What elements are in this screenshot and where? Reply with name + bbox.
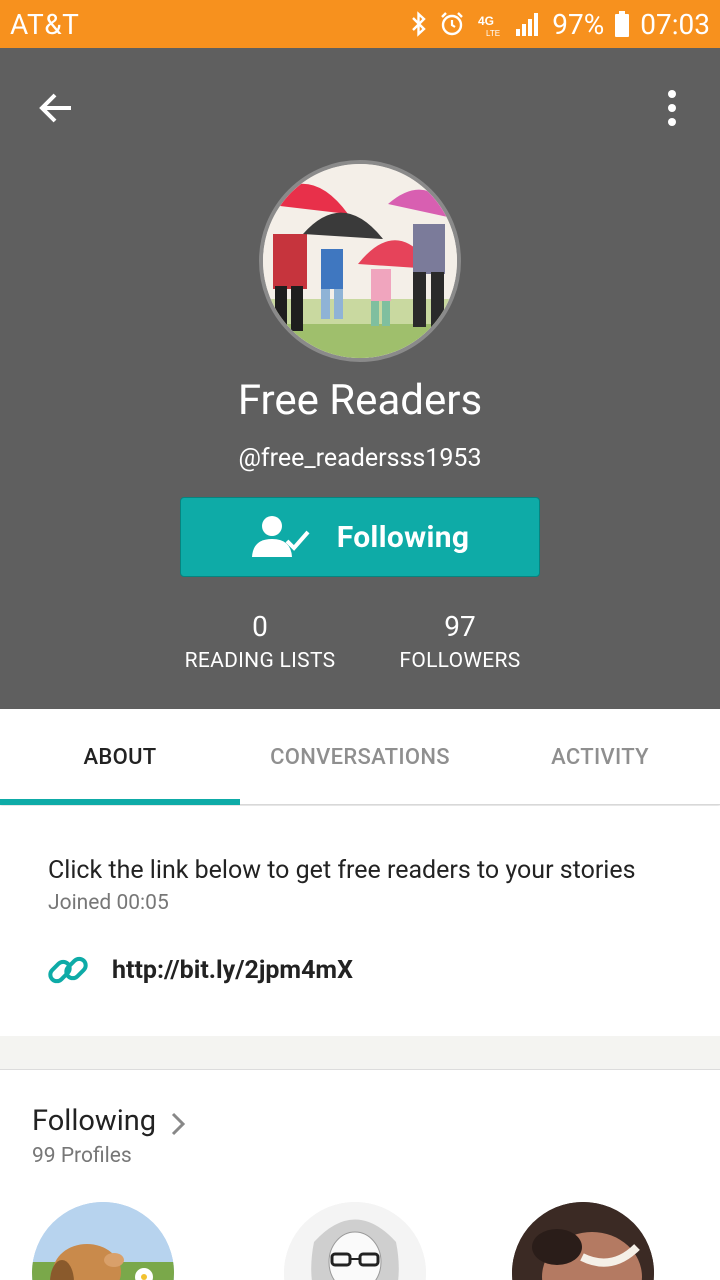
tab-about[interactable]: ABOUT (0, 709, 240, 805)
status-icons: 4G LTE 97% 07:03 (410, 8, 710, 41)
profile-handle: @free_readersss1953 (238, 444, 482, 473)
smiling-face-photo (512, 1202, 654, 1280)
about-section: Click the link below to get free readers… (0, 806, 720, 1036)
followers-label: FOLLOWERS (399, 649, 521, 673)
carrier-name: AT&T (10, 7, 80, 41)
following-count: 99 Profiles (32, 1144, 132, 1168)
svg-text:LTE: LTE (486, 29, 500, 38)
following-title[interactable]: Following (32, 1104, 156, 1138)
profile-tabs: ABOUT CONVERSATIONS ACTIVITY (0, 709, 720, 805)
tab-conversations[interactable]: CONVERSATIONS (240, 709, 480, 805)
link-icon (48, 956, 88, 984)
profile-name: Free Readers (237, 376, 483, 425)
section-divider (0, 1036, 720, 1070)
user-check-icon (251, 516, 310, 557)
clock: 07:03 (640, 7, 710, 41)
battery-percent: 97% (552, 7, 605, 41)
battery-icon (614, 9, 630, 39)
chevron-right-icon[interactable] (168, 1110, 188, 1138)
more-vert-icon (668, 90, 676, 126)
profile-header: Free Readers @free_readersss1953 Followi… (0, 48, 720, 709)
about-description: Click the link below to get free readers… (48, 856, 636, 885)
following-avatar[interactable] (512, 1202, 654, 1280)
followers-count: 97 (444, 610, 476, 643)
following-section: Following 99 Profiles (0, 1070, 720, 1280)
joined-date: Joined 00:05 (48, 891, 169, 915)
back-arrow-icon (39, 93, 71, 123)
signal-icon (514, 9, 542, 39)
followers-stat[interactable]: 97 FOLLOWERS (350, 610, 570, 673)
bluetooth-icon (410, 9, 428, 39)
alarm-icon (438, 9, 466, 39)
profile-link[interactable]: http://bit.ly/2jpm4mX (112, 956, 353, 985)
umbrellas-photo (263, 164, 457, 358)
following-avatar[interactable] (284, 1202, 426, 1280)
sketch-portrait (284, 1202, 426, 1280)
dog-photo (32, 1202, 174, 1280)
status-bar: AT&T 4G LTE 97% 07:03 (0, 0, 720, 48)
reading-lists-stat[interactable]: 0 READING LISTS (150, 610, 370, 673)
tab-activity[interactable]: ACTIVITY (480, 709, 720, 805)
svg-text:4G: 4G (478, 14, 494, 28)
reading-lists-label: READING LISTS (184, 649, 336, 673)
profile-avatar[interactable] (259, 160, 461, 362)
following-avatar[interactable] (32, 1202, 174, 1280)
lte-icon: 4G LTE (476, 9, 504, 39)
following-button[interactable]: Following (180, 497, 540, 577)
more-options-button[interactable] (648, 84, 696, 132)
following-button-label: Following (336, 519, 470, 555)
reading-lists-count: 0 (252, 610, 268, 643)
back-button[interactable] (32, 84, 80, 132)
